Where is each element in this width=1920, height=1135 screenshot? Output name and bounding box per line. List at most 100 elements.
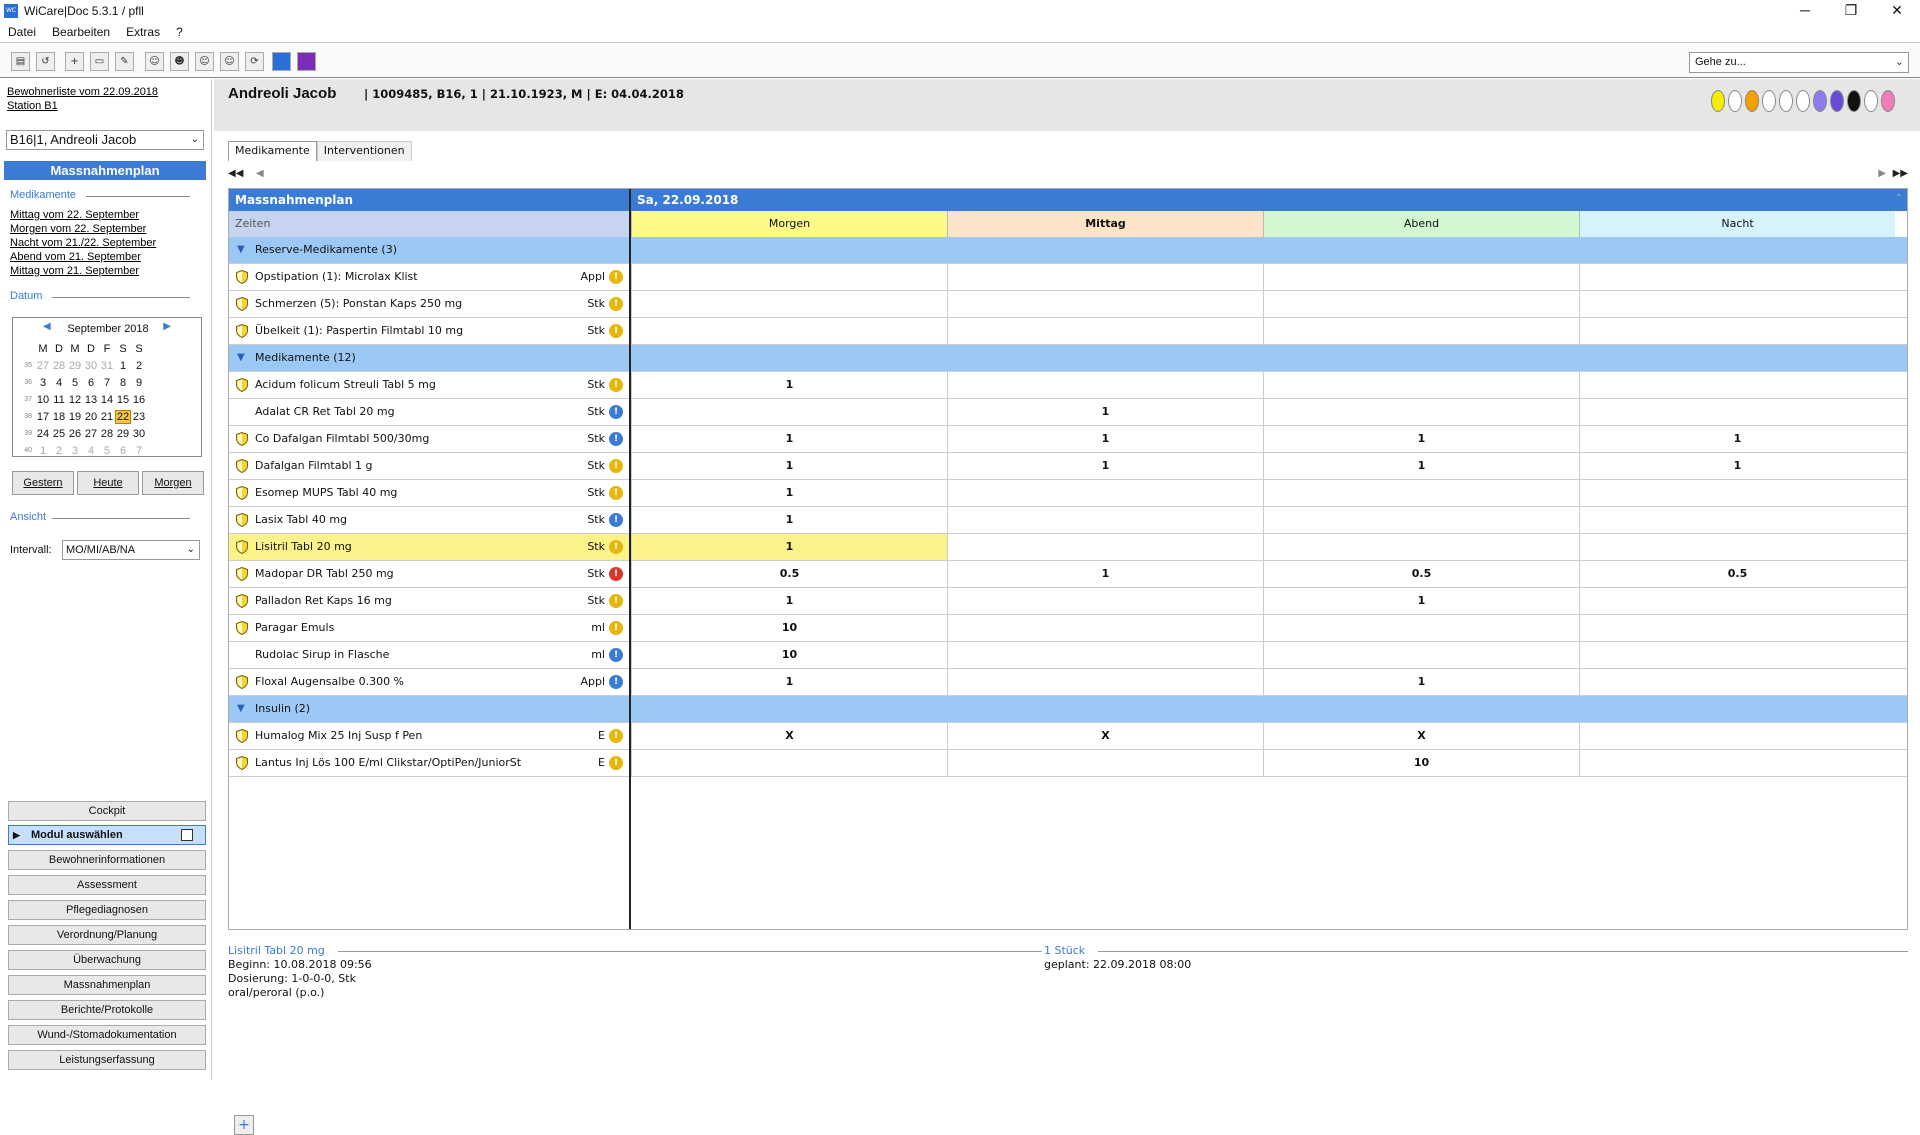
med-link[interactable]: Mittag vom 22. September bbox=[10, 209, 139, 221]
dose-cell[interactable]: 1 bbox=[631, 426, 947, 452]
calendar-day[interactable]: 18 bbox=[51, 411, 67, 423]
calendar-day[interactable]: 23 bbox=[131, 411, 147, 423]
resident-list-link[interactable]: Bewohnerliste vom 22.09.2018 bbox=[7, 86, 158, 98]
calendar-day[interactable]: 19 bbox=[67, 411, 83, 423]
dose-cell[interactable] bbox=[1579, 534, 1895, 560]
calendar-day[interactable]: 6 bbox=[83, 377, 99, 389]
resident-select[interactable]: B16|1, Andreoli Jacob ⌄ bbox=[6, 130, 204, 150]
calendar-day[interactable]: 14 bbox=[99, 394, 115, 406]
med-link[interactable]: Morgen vom 22. September bbox=[10, 223, 146, 235]
table-row[interactable]: Madopar DR Tabl 250 mg Stk! 0.5 1 0.5 0.5 bbox=[229, 561, 1907, 588]
info-icon[interactable]: ! bbox=[609, 432, 623, 446]
prev-page-icon[interactable]: ◀ bbox=[256, 168, 264, 179]
info-icon[interactable]: ! bbox=[609, 648, 623, 662]
refresh-icon[interactable]: ⟳ bbox=[245, 52, 264, 71]
table-row[interactable]: Humalog Mix 25 Inj Susp f Pen E! X X X bbox=[229, 723, 1907, 750]
module-pflegediagnosen[interactable]: Pflegediagnosen bbox=[8, 900, 206, 920]
calendar-day[interactable]: 4 bbox=[51, 377, 67, 389]
user-icon[interactable]: ☻ bbox=[170, 52, 189, 71]
info-icon[interactable]: ! bbox=[609, 594, 623, 608]
calendar-day[interactable]: 30 bbox=[83, 360, 99, 372]
dose-cell[interactable]: 1 bbox=[1263, 453, 1579, 479]
table-row[interactable]: Opstipation (1): Microlax Klist Appl! bbox=[229, 264, 1907, 291]
dose-cell[interactable] bbox=[1579, 318, 1895, 344]
user-edit-icon[interactable]: ☺ bbox=[220, 52, 239, 71]
table-row[interactable]: Lisitril Tabl 20 mg Stk! 1 bbox=[229, 534, 1907, 561]
table-row[interactable]: Acidum folicum Streuli Tabl 5 mg Stk! 1 bbox=[229, 372, 1907, 399]
dose-cell[interactable] bbox=[947, 669, 1263, 695]
dose-cell[interactable] bbox=[1579, 588, 1895, 614]
dose-cell[interactable]: X bbox=[947, 723, 1263, 749]
calendar-day[interactable]: 27 bbox=[35, 360, 51, 372]
dose-cell[interactable] bbox=[947, 291, 1263, 317]
dose-cell[interactable] bbox=[1579, 399, 1895, 425]
module-verordnung[interactable]: Verordnung/Planung bbox=[8, 925, 206, 945]
book-icon[interactable] bbox=[272, 52, 291, 71]
dose-cell[interactable] bbox=[947, 588, 1263, 614]
dose-cell[interactable]: 1 bbox=[947, 453, 1263, 479]
edit-icon[interactable]: ✎ bbox=[115, 52, 134, 71]
menu-datei[interactable]: Datei bbox=[8, 25, 36, 39]
info-icon[interactable]: ! bbox=[609, 513, 623, 527]
dose-cell[interactable]: 1 bbox=[631, 480, 947, 506]
maximize-button[interactable]: ❐ bbox=[1828, 0, 1874, 22]
dose-cell[interactable]: 1 bbox=[1579, 453, 1895, 479]
calendar-day[interactable]: 24 bbox=[35, 428, 51, 440]
menu-bearbeiten[interactable]: Bearbeiten bbox=[52, 25, 110, 39]
dose-cell[interactable] bbox=[1579, 750, 1895, 776]
info-icon[interactable]: ! bbox=[609, 567, 623, 581]
calendar-day[interactable]: 29 bbox=[67, 360, 83, 372]
goto-dropdown[interactable]: Gehe zu... ⌄ bbox=[1689, 52, 1909, 73]
calendar-day[interactable]: 4 bbox=[83, 445, 99, 457]
table-row[interactable]: Dafalgan Filmtabl 1 g Stk! 1 1 1 1 bbox=[229, 453, 1907, 480]
dose-cell[interactable] bbox=[631, 291, 947, 317]
dose-cell[interactable] bbox=[1263, 615, 1579, 641]
dose-cell[interactable]: 1 bbox=[631, 453, 947, 479]
calendar-day[interactable]: 30 bbox=[131, 428, 147, 440]
group-row[interactable]: ▼ Medikamente (12) bbox=[229, 345, 1907, 372]
dose-cell[interactable] bbox=[1263, 399, 1579, 425]
tab-interventionen[interactable]: Interventionen bbox=[316, 141, 412, 161]
dose-cell[interactable] bbox=[1263, 318, 1579, 344]
module-wund[interactable]: Wund-/Stomadokumentation bbox=[8, 1025, 206, 1045]
calendar-day[interactable]: 9 bbox=[131, 377, 147, 389]
dose-cell[interactable] bbox=[1263, 372, 1579, 398]
dose-cell[interactable]: 1 bbox=[947, 399, 1263, 425]
new-icon[interactable]: + bbox=[65, 52, 84, 71]
next-page-icon[interactable]: ▶ bbox=[1878, 168, 1886, 179]
dose-cell[interactable]: 0.5 bbox=[1579, 561, 1895, 587]
info-icon[interactable]: ! bbox=[609, 459, 623, 473]
info-icon[interactable]: ! bbox=[609, 297, 623, 311]
calendar-day[interactable]: 12 bbox=[67, 394, 83, 406]
dose-cell[interactable]: 1 bbox=[947, 561, 1263, 587]
table-row[interactable]: Co Dafalgan Filmtabl 500/30mg Stk! 1 1 1 1 bbox=[229, 426, 1907, 453]
info-icon[interactable]: ! bbox=[609, 675, 623, 689]
calendar-day[interactable]: 13 bbox=[83, 394, 99, 406]
dose-cell[interactable] bbox=[1263, 534, 1579, 560]
info-icon[interactable]: ! bbox=[609, 405, 623, 419]
dose-cell[interactable] bbox=[1579, 480, 1895, 506]
calendar-day[interactable]: 21 bbox=[99, 411, 115, 423]
dose-cell[interactable] bbox=[1579, 372, 1895, 398]
info-icon[interactable]: ! bbox=[609, 378, 623, 392]
table-row[interactable]: Adalat CR Ret Tabl 20 mg Stk! 1 bbox=[229, 399, 1907, 426]
module-cockpit[interactable]: Cockpit bbox=[8, 801, 206, 821]
collapse-icon[interactable]: ▼ bbox=[237, 237, 245, 263]
module-bewohnerinformationen[interactable]: Bewohnerinformationen bbox=[8, 850, 206, 870]
interval-select[interactable]: MO/MI/AB/NA ⌄ bbox=[62, 540, 200, 560]
calendar-day[interactable]: 20 bbox=[83, 411, 99, 423]
users-icon[interactable]: ☺ bbox=[145, 52, 164, 71]
gestern-button[interactable]: Gestern bbox=[12, 471, 74, 495]
dose-cell[interactable]: 1 bbox=[631, 588, 947, 614]
calendar-day[interactable]: 28 bbox=[99, 428, 115, 440]
table-row[interactable]: Palladon Ret Kaps 16 mg Stk! 1 1 bbox=[229, 588, 1907, 615]
table-row[interactable]: Floxal Augensalbe 0.300 % Appl! 1 1 bbox=[229, 669, 1907, 696]
calendar-day[interactable]: 17 bbox=[35, 411, 51, 423]
calendar-day[interactable]: 28 bbox=[51, 360, 67, 372]
table-row[interactable]: Lasix Tabl 40 mg Stk! 1 bbox=[229, 507, 1907, 534]
info-icon[interactable]: ! bbox=[609, 486, 623, 500]
info-icon[interactable]: ! bbox=[609, 729, 623, 743]
dose-cell[interactable]: 1 bbox=[1579, 426, 1895, 452]
dose-cell[interactable] bbox=[947, 534, 1263, 560]
dose-cell[interactable]: 1 bbox=[631, 534, 947, 560]
